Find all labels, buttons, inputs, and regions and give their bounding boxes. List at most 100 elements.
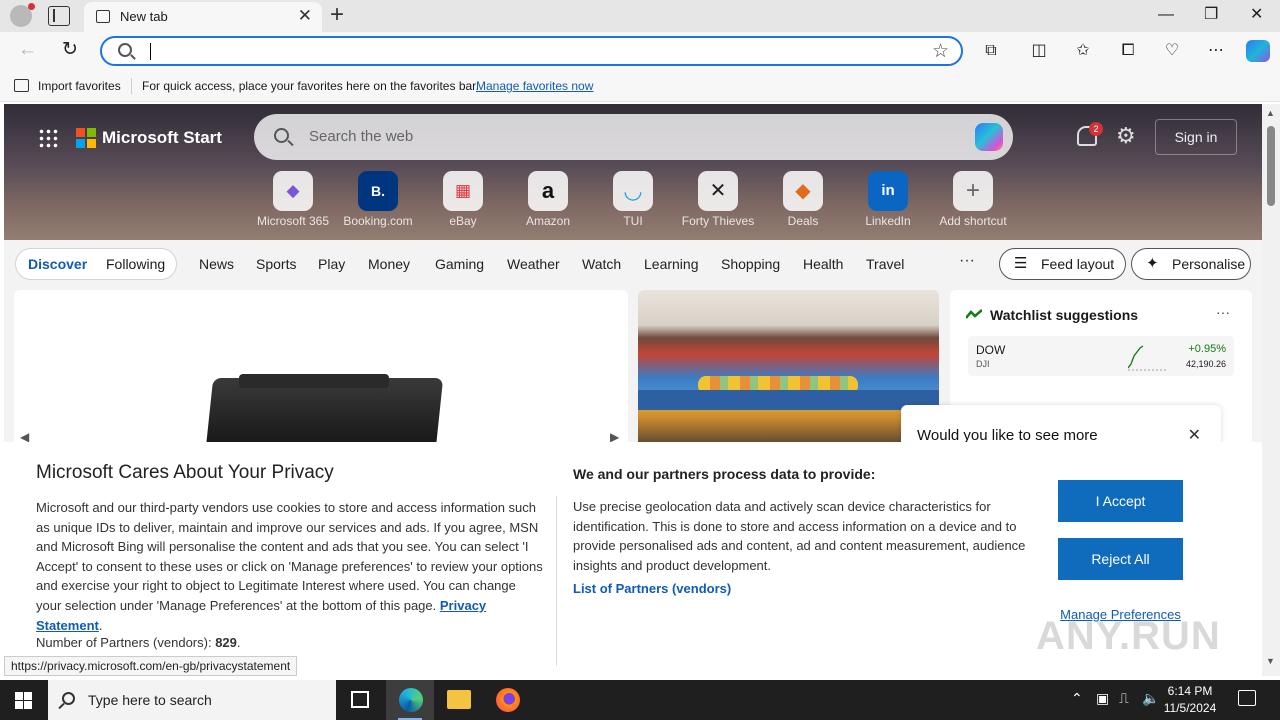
stock-sparkline xyxy=(1128,345,1168,371)
profile-avatar[interactable] xyxy=(10,3,35,27)
add-shortcut-icon: + xyxy=(953,171,993,211)
reject-all-button[interactable]: Reject All xyxy=(1058,538,1183,580)
page-scrollbar[interactable]: ▲ ▼ xyxy=(1262,104,1280,676)
extensions-icon[interactable]: ⧉ xyxy=(980,40,1002,62)
taskbar-file-explorer[interactable] xyxy=(434,680,482,720)
search-icon xyxy=(118,43,132,57)
consent-body: Microsoft and our third-party vendors us… xyxy=(36,500,543,633)
tui-icon: ◡ xyxy=(613,171,653,211)
personalise-button[interactable]: ✦ Personalise xyxy=(1131,248,1251,280)
tab-close-icon[interactable]: ✕ xyxy=(298,7,312,25)
web-search-box[interactable]: Search the web xyxy=(254,114,1013,160)
manage-favorites-link[interactable]: Manage favorites now xyxy=(476,79,593,93)
import-favorites-button[interactable]: Import favorites xyxy=(38,79,121,93)
sign-in-button[interactable]: Sign in xyxy=(1155,119,1237,155)
boat-image xyxy=(638,390,939,410)
copilot-icon[interactable] xyxy=(1246,40,1270,62)
search-icon xyxy=(274,128,289,143)
tab-watch[interactable]: Watch xyxy=(582,256,621,272)
scroll-down-icon[interactable]: ▼ xyxy=(1266,656,1275,666)
tab-travel[interactable]: Travel xyxy=(866,256,904,272)
split-screen-icon[interactable]: ◫ xyxy=(1028,40,1050,62)
favorites-bar: Import favorites For quick access, place… xyxy=(0,70,1280,102)
hero-news-card[interactable]: ◀ ▶ xyxy=(14,290,628,450)
shortcut-tui[interactable]: ◡ TUI xyxy=(590,171,676,233)
clock-date: 11/5/2024 xyxy=(1163,701,1217,715)
web-search-placeholder: Search the web xyxy=(309,128,414,145)
taskbar-search-box[interactable]: Type here to search xyxy=(48,680,336,720)
tab-sports[interactable]: Sports xyxy=(256,256,296,272)
tab-money[interactable]: Money xyxy=(368,256,410,272)
shortcut-amazon[interactable]: a Amazon xyxy=(505,171,591,233)
address-bar[interactable]: ☆ xyxy=(100,36,963,66)
app-launcher-icon[interactable] xyxy=(38,128,58,148)
back-arrow-icon[interactable]: ← xyxy=(18,38,37,62)
tab-following[interactable]: Following xyxy=(106,256,165,272)
shortcut-deals[interactable]: ◆ Deals xyxy=(760,171,846,233)
favorites-divider xyxy=(131,78,132,94)
microsoft-365-icon: ◆ xyxy=(273,171,313,211)
forty-thieves-icon: ✕ xyxy=(698,171,738,211)
windows-start-icon[interactable] xyxy=(15,692,32,709)
floating-market-image-card[interactable] xyxy=(638,290,939,450)
import-favorites-icon xyxy=(14,79,29,92)
system-clock[interactable]: 6:14 PM 11/5/2024 xyxy=(1160,683,1220,717)
shortcut-ebay[interactable]: ▦ eBay xyxy=(420,171,506,233)
sliders-icon: ☰ xyxy=(1014,255,1028,272)
vendors-list-link[interactable]: List of Partners (vendors) xyxy=(573,581,731,596)
scroll-thumb[interactable] xyxy=(1267,126,1275,206)
collections-icon[interactable]: ⧠ xyxy=(1117,40,1139,62)
watchlist-more-icon[interactable]: ··· xyxy=(1216,304,1230,320)
tray-overflow-icon[interactable]: ⌃ xyxy=(1071,690,1083,707)
browser-essentials-icon[interactable]: ♡ xyxy=(1161,40,1183,62)
favorite-star-icon[interactable]: ☆ xyxy=(932,40,949,63)
consent-divider xyxy=(556,496,557,666)
partners-count: 829 xyxy=(215,635,237,650)
tab-actions-icon[interactable] xyxy=(48,6,70,26)
stock-price: 42,190.26 xyxy=(1185,359,1226,369)
restore-button[interactable]: ❐ xyxy=(1204,4,1218,26)
taskbar-edge[interactable] xyxy=(386,680,434,720)
tab-health[interactable]: Health xyxy=(803,256,843,272)
tray-device-icon[interactable]: ▣ xyxy=(1096,690,1109,707)
personalise-icon: ✦ xyxy=(1146,255,1159,272)
more-tabs-icon[interactable]: ··· xyxy=(959,252,975,270)
close-window-button[interactable]: ✕ xyxy=(1250,4,1263,26)
purpose-title: We and our partners process data to prov… xyxy=(573,466,876,482)
minimize-button[interactable]: — xyxy=(1158,4,1174,26)
tab-new-tab[interactable]: New tab ✕ xyxy=(84,2,322,32)
tab-learning[interactable]: Learning xyxy=(644,256,699,272)
favorites-icon[interactable]: ✩ xyxy=(1072,40,1094,62)
watchlist-row-dow[interactable]: DOW DJI +0.95% 42,190.26 xyxy=(968,336,1234,376)
tab-weather[interactable]: Weather xyxy=(507,256,560,272)
new-tab-button[interactable]: + xyxy=(330,2,344,28)
tab-discover[interactable]: Discover xyxy=(28,256,87,272)
refresh-icon[interactable]: ↻ xyxy=(62,38,78,62)
tab-gaming[interactable]: Gaming xyxy=(435,256,484,272)
address-input[interactable] xyxy=(150,42,910,62)
copilot-search-icon[interactable] xyxy=(975,123,1003,151)
notification-badge: 2 xyxy=(1089,122,1103,136)
shortcut-booking[interactable]: B. Booking.com xyxy=(335,171,421,233)
volume-icon[interactable]: 🔈 xyxy=(1142,690,1159,707)
settings-more-icon[interactable]: ⋯ xyxy=(1205,40,1227,62)
taskbar-firefox[interactable] xyxy=(483,680,531,720)
feed-layout-button[interactable]: ☰ Feed layout xyxy=(999,248,1126,280)
notification-center-icon[interactable] xyxy=(1238,690,1256,706)
shortcut-linkedin[interactable]: in LinkedIn xyxy=(845,171,931,233)
accept-button[interactable]: I Accept xyxy=(1058,480,1183,522)
watermark: ANY.RUN xyxy=(1036,614,1221,658)
page-settings-gear-icon[interactable]: ⚙ xyxy=(1116,124,1136,148)
tab-play[interactable]: Play xyxy=(318,256,345,272)
tab-shopping[interactable]: Shopping xyxy=(721,256,780,272)
tab-news[interactable]: News xyxy=(199,256,234,272)
shortcut-microsoft-365[interactable]: ◆ Microsoft 365 xyxy=(250,171,336,233)
ebay-icon: ▦ xyxy=(443,171,483,211)
task-view-button[interactable] xyxy=(336,680,384,720)
shortcut-forty-thieves[interactable]: ✕ Forty Thieves xyxy=(675,171,761,233)
shortcut-label: Microsoft 365 xyxy=(256,214,330,228)
shortcut-add[interactable]: + Add shortcut xyxy=(930,171,1016,233)
network-icon[interactable]: ⎍ xyxy=(1119,690,1129,707)
feed-segment-control: Discover Following xyxy=(15,248,177,280)
scroll-up-icon[interactable]: ▲ xyxy=(1266,108,1275,118)
